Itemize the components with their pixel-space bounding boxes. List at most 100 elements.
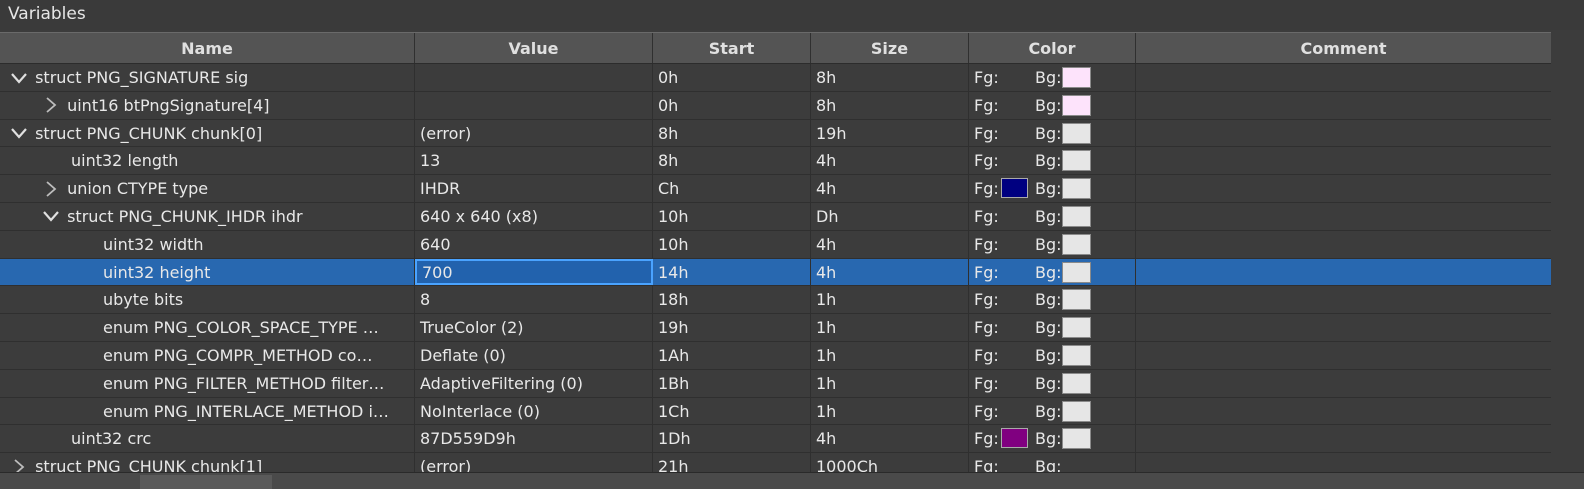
table-row[interactable]: uint32 height 700 14h 4h Fg: Bg: [0, 258, 1551, 287]
bg-color-swatch[interactable] [1062, 428, 1091, 450]
cell-comment[interactable] [1136, 314, 1551, 341]
cell-name: struct PNG_CHUNK_IHDR ihdr [0, 202, 415, 230]
bg-color-swatch[interactable] [1062, 94, 1091, 116]
fg-color-swatch[interactable] [1001, 178, 1028, 199]
variable-name: uint32 length [71, 151, 179, 171]
column-header-name[interactable]: Name [0, 33, 415, 63]
bg-color-swatch[interactable] [1062, 317, 1091, 339]
variable-name: uint32 height [103, 262, 211, 282]
bg-color-swatch[interactable] [1062, 261, 1091, 283]
cell-start: 8h [653, 147, 811, 175]
cell-comment[interactable] [1136, 398, 1551, 425]
column-header-color[interactable]: Color [969, 33, 1136, 63]
cell-color: Fg: Bg: [969, 425, 1136, 453]
cell-start: 1Ah [653, 341, 811, 369]
cell-name: uint32 crc [0, 425, 415, 453]
bg-color-swatch[interactable] [1062, 205, 1091, 227]
fg-label: Fg: [974, 123, 999, 143]
cell-color: Fg: Bg: [969, 147, 1136, 175]
cell-comment[interactable] [1136, 203, 1551, 230]
cell-name: ubyte bits [0, 286, 415, 314]
cell-name: uint32 height [0, 258, 415, 286]
bg-color-swatch[interactable] [1062, 344, 1091, 366]
bg-label: Bg: [1035, 318, 1062, 338]
cell-value[interactable] [415, 91, 653, 119]
cell-size: 4h [811, 175, 969, 202]
bg-label: Bg: [1035, 206, 1062, 226]
column-header-value[interactable]: Value [415, 33, 653, 63]
cell-start: 0h [653, 64, 811, 91]
cell-comment[interactable] [1136, 425, 1551, 452]
table-row[interactable]: uint16 btPngSignature[4] 0h 8h Fg: Bg: [0, 91, 1551, 120]
bg-label: Bg: [1035, 123, 1062, 143]
cell-comment[interactable] [1136, 259, 1551, 286]
chevron-down-icon[interactable] [8, 120, 30, 147]
cell-comment[interactable] [1136, 120, 1551, 147]
table-row[interactable]: enum PNG_FILTER_METHOD filter… AdaptiveFi… [0, 369, 1551, 398]
table-row[interactable]: ubyte bits 8 18h 1h Fg: Bg: [0, 286, 1551, 315]
table-row[interactable]: uint32 crc 87D559D9h 1Dh 4h Fg: Bg: [0, 425, 1551, 454]
bg-color-swatch[interactable] [1062, 233, 1091, 255]
bg-color-swatch[interactable] [1062, 400, 1091, 422]
cell-value[interactable]: 640 [415, 230, 653, 258]
cell-size: 1h [811, 397, 969, 425]
column-header-comment[interactable]: Comment [1136, 33, 1551, 63]
cell-value[interactable]: 87D559D9h [415, 425, 653, 453]
cell-size: 1h [811, 369, 969, 397]
cell-start: 8h [653, 119, 811, 147]
bg-color-swatch[interactable] [1062, 289, 1091, 311]
cell-comment[interactable] [1136, 286, 1551, 313]
fg-label: Fg: [974, 179, 999, 199]
cell-name: uint32 width [0, 230, 415, 258]
bg-color-swatch[interactable] [1062, 178, 1091, 200]
cell-start: Ch [653, 175, 811, 202]
chevron-right-icon[interactable] [40, 175, 62, 202]
table-row[interactable]: uint32 length 13 8h 4h Fg: Bg: [0, 147, 1551, 176]
table-row[interactable]: union CTYPE type IHDR Ch 4h Fg: Bg: [0, 175, 1551, 203]
table-row[interactable]: enum PNG_COMPR_METHOD co… Deflate (0) 1Ah 1… [0, 341, 1551, 370]
variables-table: Name Value Start Size Color Comment stru… [0, 32, 1551, 481]
cell-value[interactable]: TrueColor (2) [415, 314, 653, 341]
bg-color-swatch[interactable] [1062, 150, 1091, 172]
table-row[interactable]: struct PNG_CHUNK_IHDR ihdr 640 x 640 (x8)… [0, 202, 1551, 231]
value-edit-field[interactable]: 700 [415, 258, 653, 286]
cell-comment[interactable] [1136, 64, 1551, 91]
cell-comment[interactable] [1136, 342, 1551, 369]
bg-color-swatch[interactable] [1062, 122, 1091, 144]
column-header-start[interactable]: Start [653, 33, 811, 63]
cell-comment[interactable] [1136, 370, 1551, 397]
table-row[interactable]: struct PNG_CHUNK chunk[0] (error) 8h 19h Fg:… [0, 119, 1551, 148]
variable-name: struct PNG_CHUNK_IHDR ihdr [67, 206, 303, 226]
cell-value[interactable]: (error) [415, 119, 653, 147]
cell-comment[interactable] [1136, 147, 1551, 174]
bg-color-swatch[interactable] [1062, 372, 1091, 394]
cell-value[interactable]: NoInterlace (0) [415, 397, 653, 425]
chevron-down-icon[interactable] [8, 64, 30, 91]
cell-value[interactable]: AdaptiveFiltering (0) [415, 369, 653, 397]
cell-size: 8h [811, 64, 969, 91]
fg-label: Fg: [974, 234, 999, 254]
cell-comment[interactable] [1136, 231, 1551, 258]
cell-value[interactable]: 8 [415, 286, 653, 314]
cell-value[interactable] [415, 64, 653, 91]
cell-value[interactable]: 13 [415, 147, 653, 175]
variable-name: ubyte bits [103, 290, 184, 310]
chevron-down-icon[interactable] [40, 203, 62, 230]
bg-label: Bg: [1035, 373, 1062, 393]
bg-color-swatch[interactable] [1062, 67, 1091, 88]
fg-label: Fg: [974, 345, 999, 365]
table-row[interactable]: uint32 width 640 10h 4h Fg: Bg: [0, 230, 1551, 259]
cell-value[interactable]: Deflate (0) [415, 341, 653, 369]
bottom-tab[interactable] [140, 475, 272, 489]
column-header-size[interactable]: Size [811, 33, 969, 63]
cell-comment[interactable] [1136, 92, 1551, 119]
table-row[interactable]: enum PNG_INTERLACE_METHOD i… NoInterlace … [0, 397, 1551, 426]
cell-value[interactable]: IHDR [415, 175, 653, 202]
chevron-right-icon[interactable] [40, 92, 62, 119]
table-row[interactable]: enum PNG_COLOR_SPACE_TYPE … TrueColor (2)… [0, 314, 1551, 342]
cell-value[interactable]: 640 x 640 (x8) [415, 202, 653, 230]
table-row[interactable]: struct PNG_SIGNATURE sig 0h 8h Fg: Bg: [0, 64, 1551, 92]
fg-color-swatch[interactable] [1001, 428, 1028, 449]
cell-comment[interactable] [1136, 175, 1551, 202]
cell-size: 1h [811, 341, 969, 369]
